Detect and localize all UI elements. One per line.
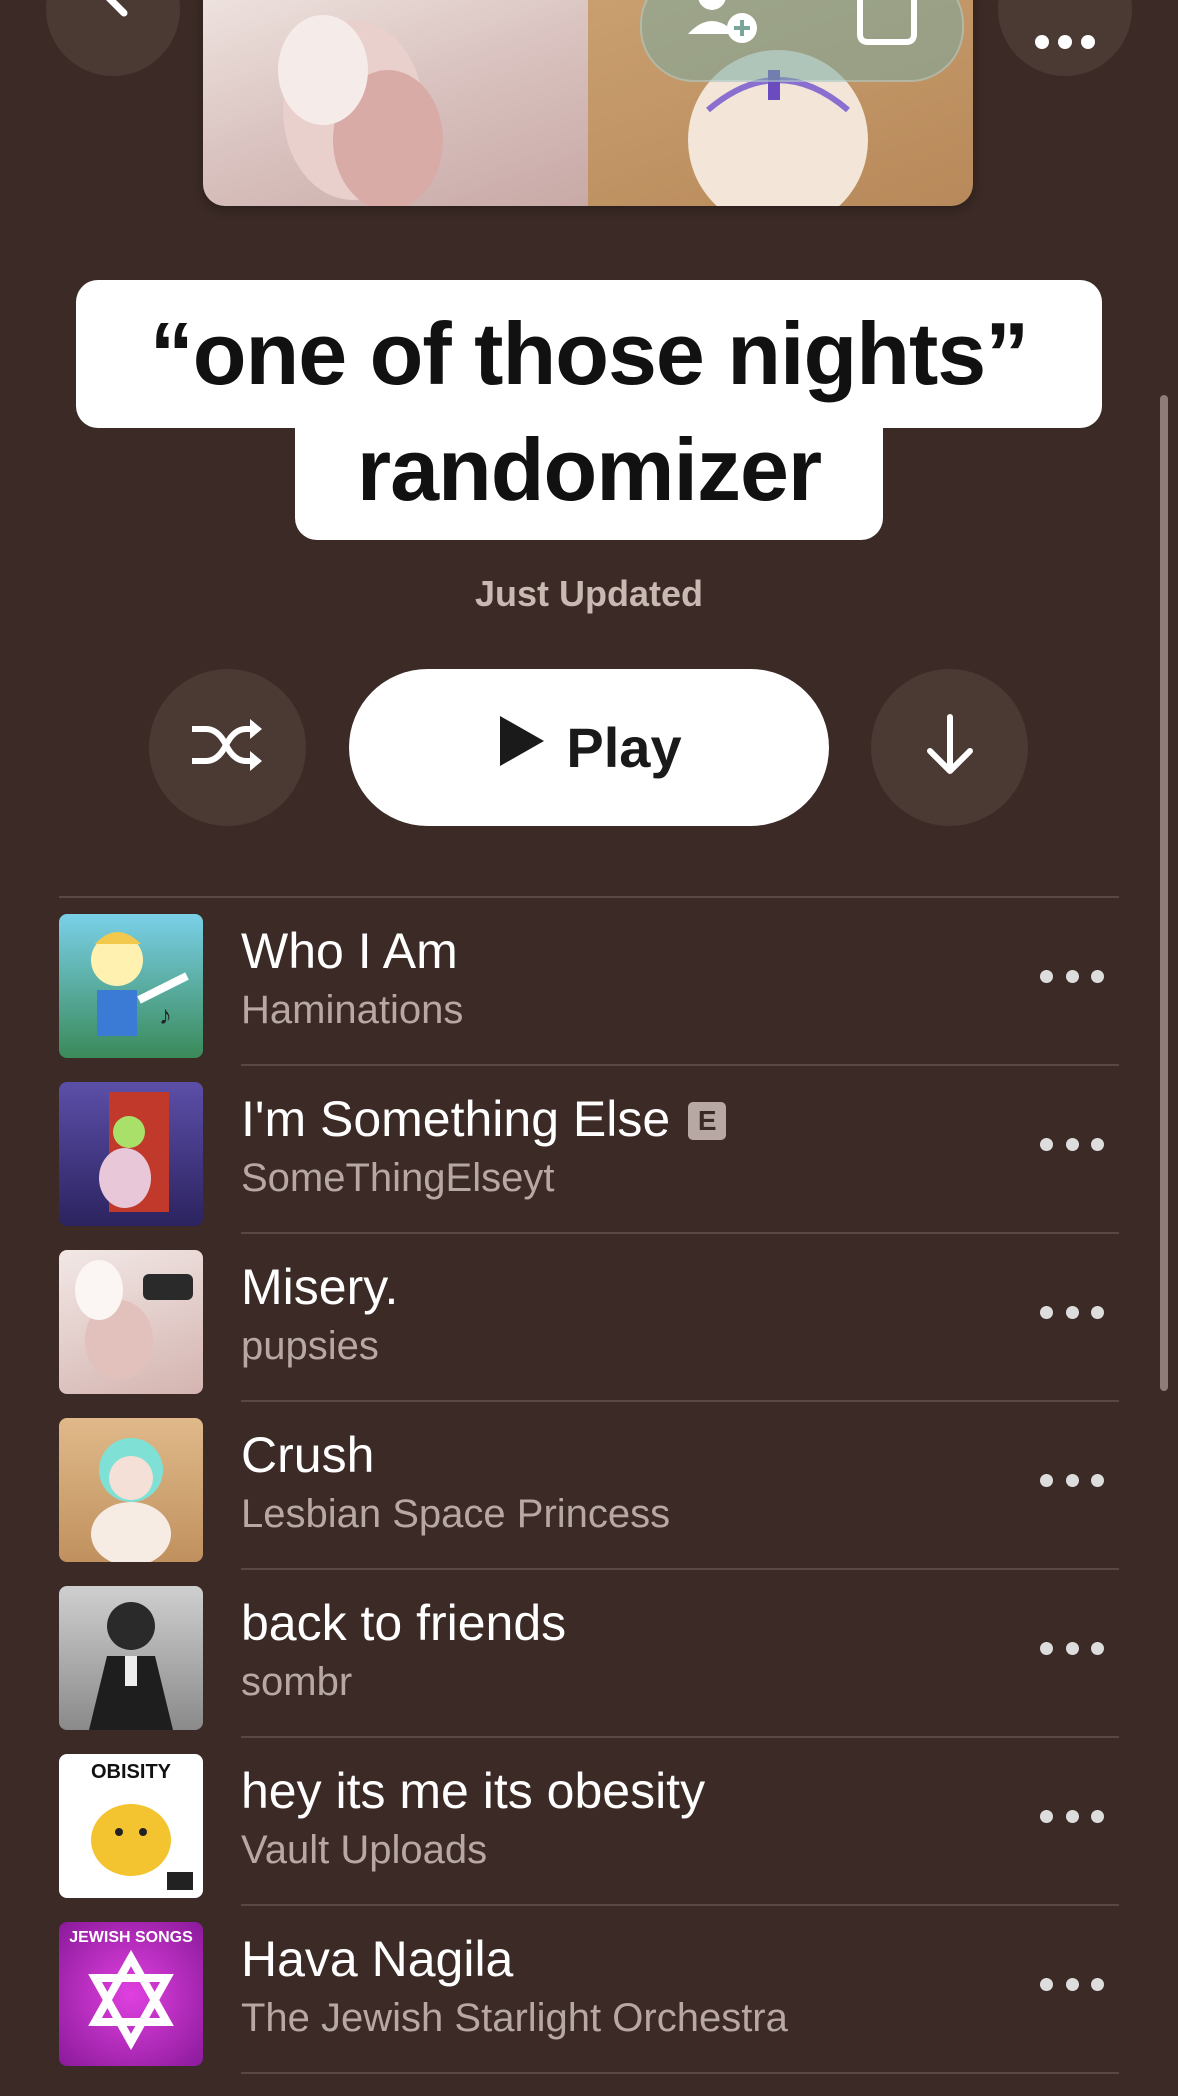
track-more-button[interactable] [1040, 1124, 1104, 1164]
more-options-button[interactable] [998, 0, 1132, 76]
back-button[interactable] [46, 0, 180, 76]
person-add-icon [680, 0, 760, 54]
track-title: back to friends [241, 1595, 567, 1651]
playlist-title-line-2: randomizer [295, 420, 883, 540]
album-art: OBISITY [59, 1754, 203, 1898]
track-title: hey its me its obesity [241, 1763, 706, 1819]
track-row[interactable]: I'm Something Else E SomeThingElseyt [0, 1066, 1178, 1234]
play-label: Play [566, 716, 682, 779]
track-more-button[interactable] [1040, 1460, 1104, 1500]
album-art [59, 1082, 203, 1226]
track-title: Who I Am [241, 923, 458, 979]
shuffle-icon [188, 715, 268, 780]
album-art [59, 1418, 203, 1562]
arrow-down-icon [925, 713, 975, 782]
track-more-button[interactable] [1040, 1964, 1104, 2004]
download-button[interactable] [871, 669, 1028, 826]
track-row[interactable]: JEWISH SONGS Hava Nagila The Jewish Star… [0, 1906, 1178, 2074]
track-artist: sombr [241, 1660, 353, 1704]
track-row[interactable]: back to friends sombr [0, 1570, 1178, 1738]
album-art-text: JEWISH SONGS [69, 1929, 193, 1946]
album-art: JEWISH SONGS [59, 1922, 203, 2066]
share-button[interactable] [852, 0, 922, 50]
track-row[interactable]: Crush Lesbian Space Princess [0, 1402, 1178, 1570]
album-art-text: OBISITY [91, 1761, 172, 1783]
album-art [59, 1586, 203, 1730]
share-icon [852, 0, 922, 54]
track-title: Hava Nagila [241, 1931, 514, 1987]
track-artist: The Jewish Starlight Orchestra [241, 1996, 788, 2040]
playlist-status: Just Updated [474, 573, 704, 614]
track-artist: pupsies [241, 1324, 379, 1368]
play-icon [496, 714, 546, 781]
svg-text:♪: ♪ [159, 1000, 172, 1030]
play-button[interactable]: Play [349, 669, 829, 826]
track-more-button[interactable] [1040, 1796, 1104, 1836]
album-art: ♪ [59, 914, 203, 1058]
explicit-badge: E [688, 1102, 727, 1140]
ellipsis-icon [1030, 0, 1100, 57]
track-artist: Vault Uploads [241, 1828, 488, 1872]
track-more-button[interactable] [1040, 1628, 1104, 1668]
playlist-title-line-1: “one of those nights” [76, 280, 1102, 428]
row-divider [241, 2072, 1119, 2074]
track-artist: SomeThingElseyt [241, 1156, 555, 1200]
album-art [59, 1250, 203, 1394]
track-title-text: I'm Something Else [241, 1091, 671, 1147]
track-row[interactable]: ♪ Who I Am Haminations [0, 898, 1178, 1066]
track-title: Misery. [241, 1259, 399, 1315]
track-row[interactable]: OBISITY hey its me its obesity Vault Upl… [0, 1738, 1178, 1906]
track-row[interactable]: Misery. pupsies [0, 1234, 1178, 1402]
shuffle-button[interactable] [149, 669, 306, 826]
track-more-button[interactable] [1040, 1292, 1104, 1332]
track-title: Crush [241, 1427, 375, 1483]
add-person-button[interactable] [680, 0, 760, 50]
track-artist: Lesbian Space Princess [241, 1492, 671, 1536]
track-more-button[interactable] [1040, 956, 1104, 996]
scrollbar[interactable] [1160, 395, 1168, 1391]
track-title: I'm Something Else E [241, 1090, 727, 1148]
cover-art-left [203, 0, 588, 206]
track-artist: Haminations [241, 988, 464, 1032]
chevron-left-icon [88, 0, 138, 42]
